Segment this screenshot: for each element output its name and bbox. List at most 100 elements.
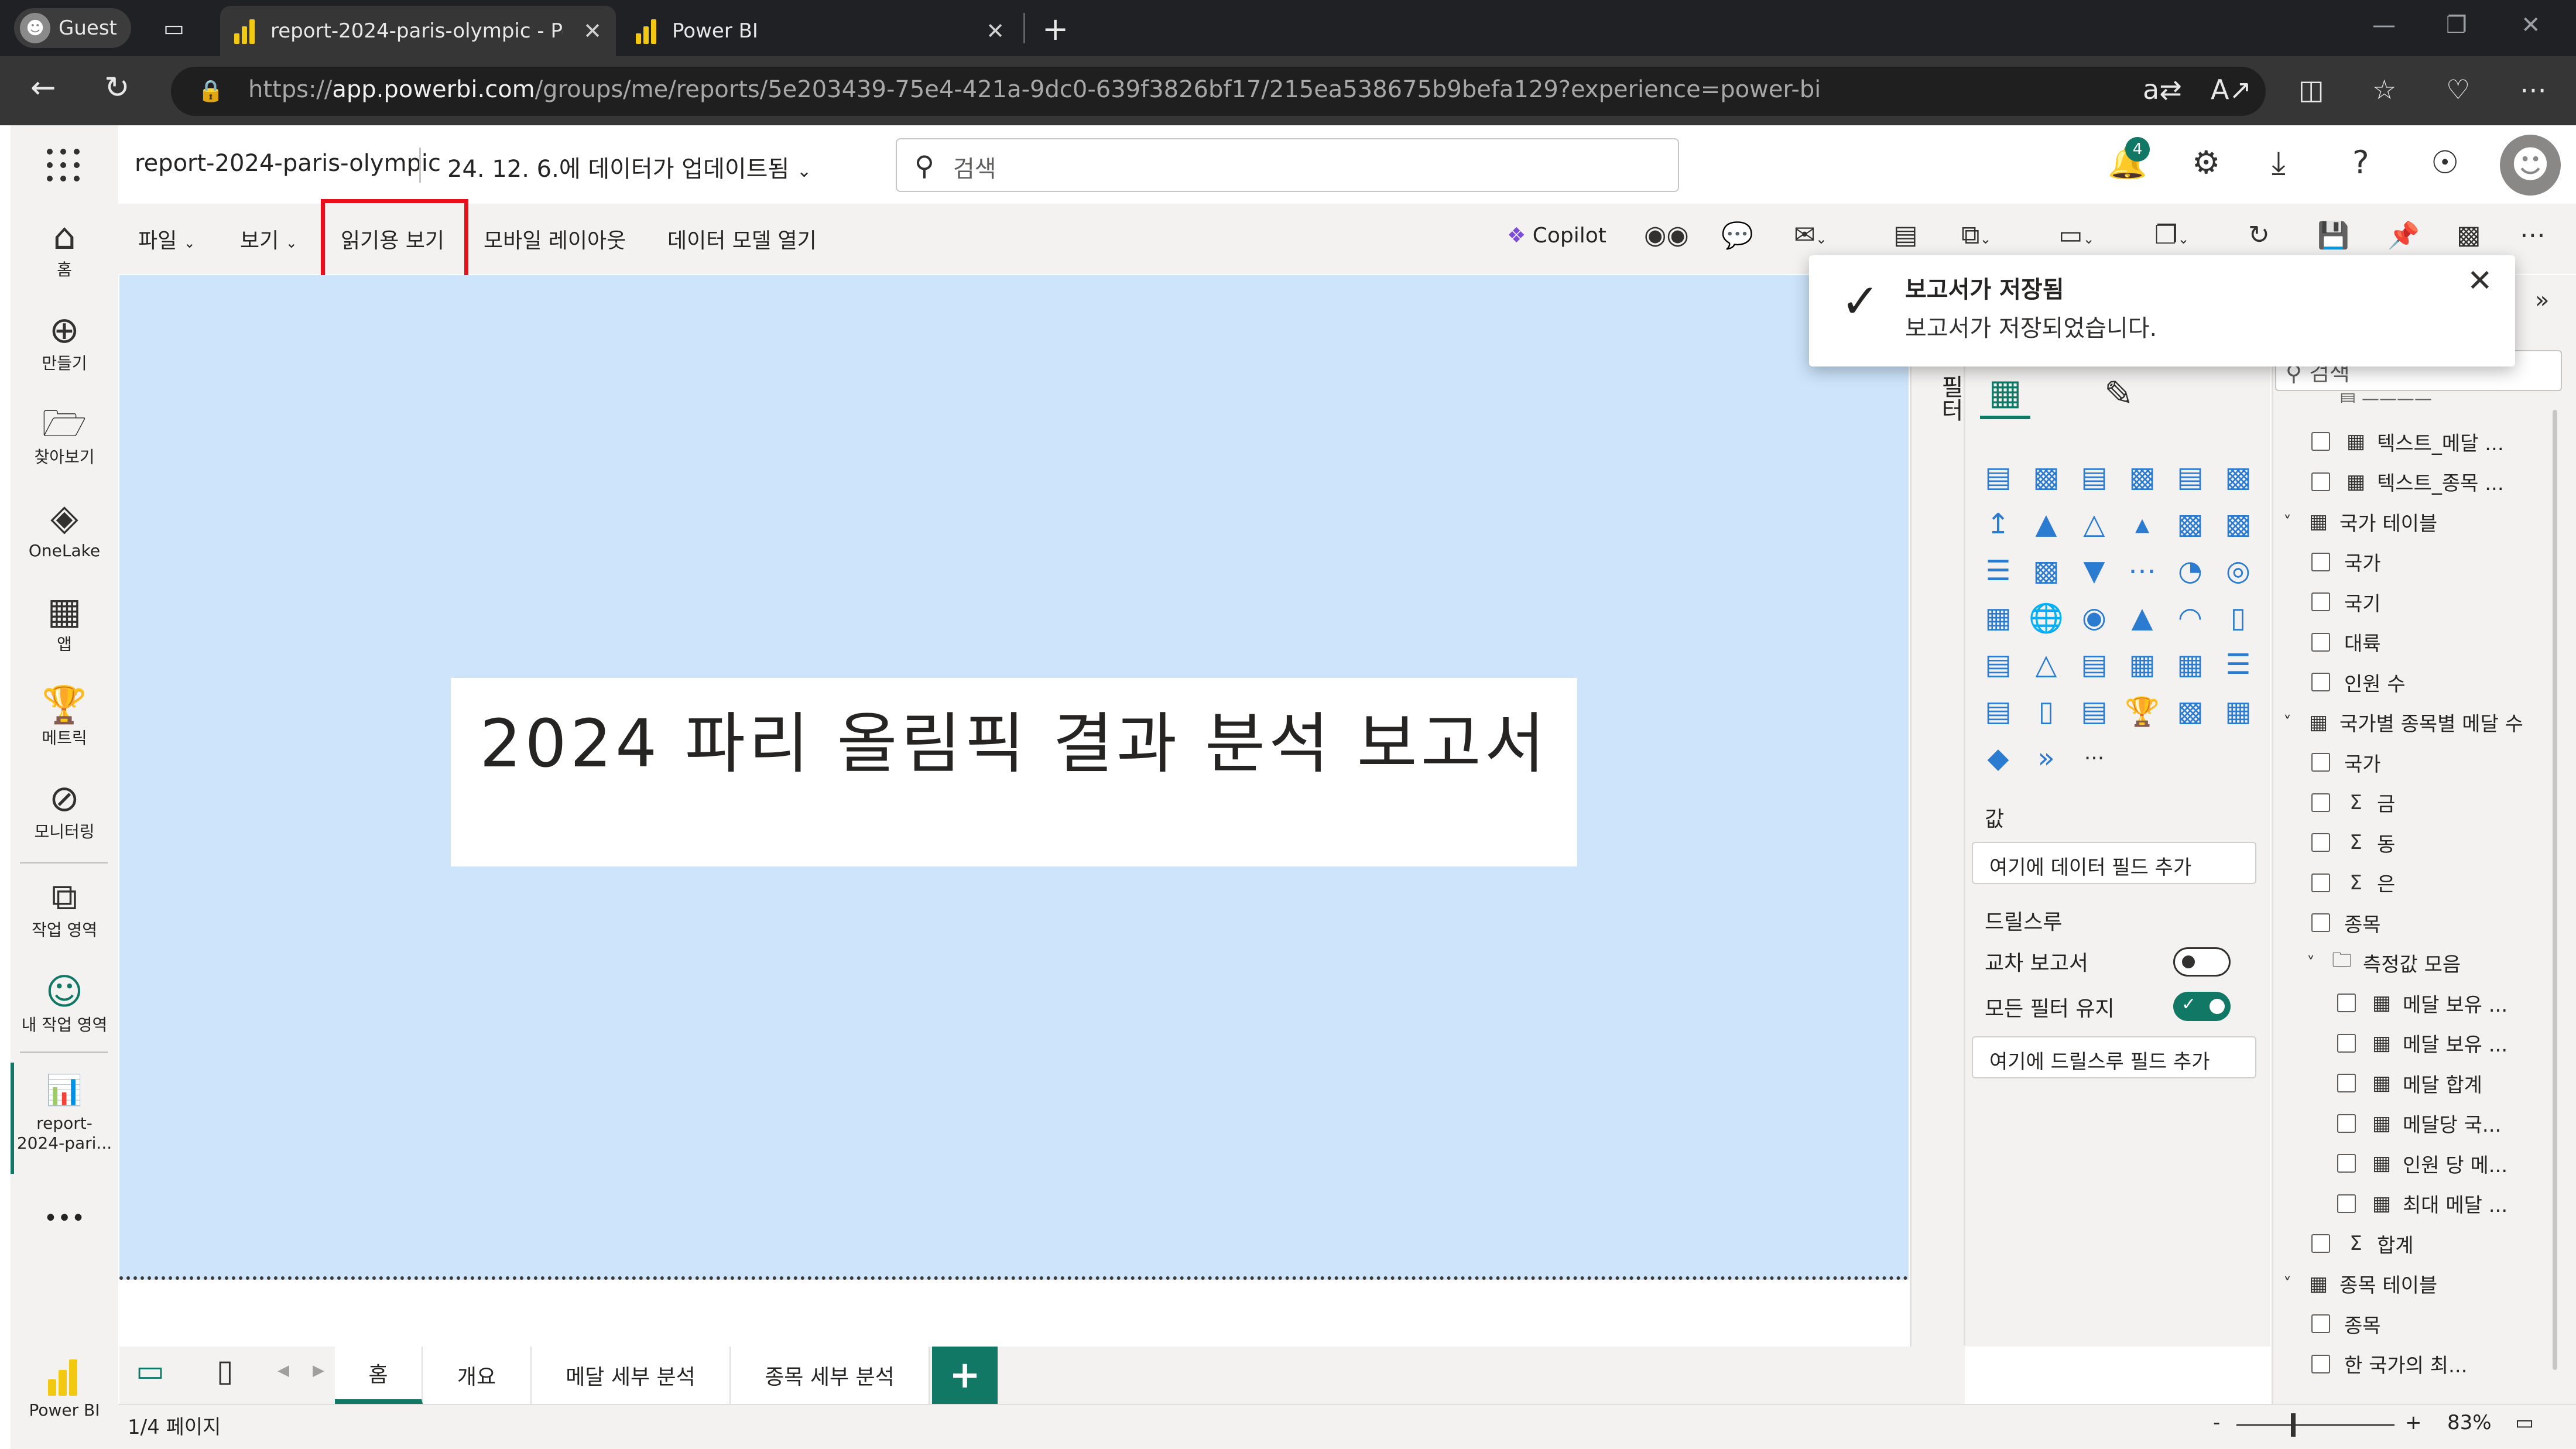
page-tab-medal-analysis[interactable]: 메달 세부 분석 [532, 1347, 731, 1404]
chevron-down-icon[interactable]: ˅ [2283, 512, 2307, 532]
notes-icon[interactable]: ▤ [1893, 220, 1918, 250]
data-folder-row[interactable]: ˅ 🗀 측정값 모음 [2307, 943, 2461, 983]
nav-apps[interactable]: ▦ 앱 [11, 592, 118, 655]
nav-open-report[interactable]: 📊 report- 2024-pari... [11, 1071, 118, 1153]
copilot-button[interactable]: ❖ Copilot [1507, 224, 1606, 248]
waterfall-chart-icon[interactable]: ▩ [2029, 554, 2063, 588]
field-checkbox[interactable] [2311, 753, 2330, 772]
data-field-row[interactable]: Σ동 [2311, 823, 2395, 862]
keep-all-filters-toggle[interactable]: ✓ [2173, 992, 2231, 1021]
key-influencers-icon[interactable]: ▤ [1981, 694, 2015, 728]
url-text[interactable]: https://app.powerbi.com/groups/me/report… [248, 76, 1821, 103]
data-field-row[interactable]: Σ금 [2311, 783, 2395, 823]
subscribe-icon[interactable]: ✉⌄ [1794, 220, 1827, 250]
save-icon[interactable]: 💾 [2317, 220, 2349, 251]
guest-profile-button[interactable]: ☻ Guest [14, 8, 131, 48]
present-icon[interactable]: ▭⌄ [2058, 220, 2095, 250]
report-name[interactable]: report-2024-paris-olympic [135, 150, 441, 177]
field-checkbox[interactable] [2311, 793, 2330, 812]
format-visual-icon[interactable]: ✎ [2094, 369, 2144, 419]
data-field-row[interactable]: 대륙 [2311, 622, 2381, 662]
data-table-row[interactable]: ˅ ▦ 종목 테이블 [2283, 1264, 2437, 1304]
chevron-down-icon[interactable]: ˅ [2283, 712, 2307, 732]
area-chart-icon[interactable]: ▲ [2029, 507, 2063, 541]
line-chart-icon[interactable]: ↥ [1981, 507, 2015, 541]
favorites-icon[interactable]: ☆ [2372, 74, 2396, 105]
nav-metrics[interactable]: 🏆 메트릭 [11, 686, 118, 748]
field-checkbox[interactable] [2311, 432, 2330, 451]
power-automate-flow-icon[interactable]: » [2029, 741, 2063, 775]
field-checkbox[interactable] [2337, 1114, 2356, 1133]
zoom-in-button[interactable]: + [2405, 1411, 2422, 1434]
browser-essentials-icon[interactable]: ♡ [2446, 74, 2470, 105]
translate-icon[interactable]: a⇄ [2143, 74, 2182, 105]
expand-pane-icon[interactable]: » [2535, 287, 2549, 314]
comment-icon[interactable]: 💬 [1721, 220, 1753, 251]
data-field-row[interactable]: ▦ 메달 보유 ... [2337, 983, 2508, 1023]
stacked-bar-chart-icon[interactable]: ▤ [1981, 460, 2015, 494]
scroll-left-icon[interactable]: ◀ [278, 1362, 289, 1379]
field-checkbox[interactable] [2311, 873, 2330, 892]
data-field-row[interactable]: 국가 [2311, 742, 2381, 782]
scroll-right-icon[interactable]: ▶ [313, 1362, 324, 1379]
field-checkbox[interactable] [2337, 1033, 2356, 1053]
teams-icon[interactable]: ▩ [2457, 220, 2481, 250]
duplicate-icon[interactable]: ❐⌄ [2154, 220, 2190, 250]
refresh-icon[interactable]: ↻ [104, 70, 130, 105]
cross-report-toggle[interactable] [2173, 947, 2231, 977]
nav-more[interactable]: ••• [11, 1207, 118, 1230]
100-stacked-bar-chart-icon[interactable]: ▤ [2173, 460, 2207, 494]
ribbon-chart-icon[interactable]: ☰ [1981, 554, 2015, 588]
values-field-well[interactable]: 여기에 데이터 필드 추가 [1972, 842, 2256, 884]
paginated-report-icon[interactable]: ▩ [2173, 694, 2207, 728]
field-checkbox[interactable] [2311, 913, 2330, 932]
share-icon[interactable]: ⧉⌄ [1961, 220, 1992, 250]
chevron-down-icon[interactable]: ˅ [2283, 1274, 2307, 1293]
scatter-chart-icon[interactable]: ⋯ [2125, 554, 2159, 588]
desktop-layout-icon[interactable]: ▭ [136, 1354, 165, 1389]
page-tab-home[interactable]: 홈 [335, 1347, 423, 1404]
treemap-icon[interactable]: ▦ [1981, 601, 2015, 635]
settings-icon[interactable]: ⚙ [2192, 144, 2220, 181]
back-icon[interactable]: ← [30, 70, 56, 105]
data-field-row[interactable]: 한 국가의 최... [2311, 1344, 2467, 1384]
account-avatar[interactable]: ☻ [2500, 135, 2561, 196]
clustered-column-chart-icon[interactable]: ▩ [2125, 460, 2159, 494]
field-checkbox[interactable] [2337, 1194, 2356, 1213]
qna-icon[interactable]: ▯ [2029, 694, 2063, 728]
minimize-icon[interactable]: — [2372, 12, 2396, 39]
data-pane-scrollbar[interactable] [2553, 410, 2557, 1370]
field-checkbox[interactable] [2311, 1314, 2330, 1333]
data-field-row[interactable]: ▦ 최대 메달 ... [2337, 1184, 2508, 1224]
line-and-clustered-column-chart-icon[interactable]: ▩ [2221, 507, 2255, 541]
stacked-column-chart-icon[interactable]: ▩ [2029, 460, 2063, 494]
browser-tab-powerbi[interactable]: Power BI ✕ [622, 6, 1019, 56]
data-field-row[interactable]: ▦ 메달당 국... [2337, 1104, 2501, 1143]
menu-file[interactable]: 파일 ⌄ [138, 224, 196, 254]
pie-chart-icon[interactable]: ◔ [2173, 554, 2207, 588]
data-field-row[interactable]: ▦ 인원 당 메... [2337, 1143, 2508, 1183]
table-icon[interactable]: ▦ [2125, 648, 2159, 681]
zoom-out-button[interactable]: - [2213, 1411, 2220, 1434]
powerbi-home[interactable]: Power BI [11, 1358, 118, 1420]
nav-onelake[interactable]: ◈ OneLake [11, 499, 118, 561]
mobile-layout-icon[interactable]: ▯ [217, 1354, 234, 1389]
metrics-visual-icon[interactable]: 🏆 [2125, 694, 2160, 728]
close-tab-icon[interactable]: ✕ [583, 18, 602, 44]
nav-my-workspace[interactable]: ☺ 내 작업 영역 [11, 973, 118, 1035]
filters-pane-collapsed[interactable]: 필터 [1914, 375, 1967, 422]
chevron-down-icon[interactable]: ˅ [2307, 953, 2330, 972]
field-checkbox[interactable] [2337, 1074, 2356, 1092]
tab-actions-icon[interactable]: ▭ [159, 14, 189, 42]
power-apps-icon[interactable]: ◆ [1981, 741, 2015, 775]
data-field-row[interactable]: ▦ 메달 합계 [2337, 1063, 2482, 1103]
decomposition-tree-icon[interactable]: ☰ [2221, 648, 2255, 681]
zoom-slider[interactable] [2236, 1424, 2395, 1426]
power-automate-icon[interactable]: ▦ [2221, 694, 2255, 728]
data-updated-dropdown[interactable]: 24. 12. 6.에 데이터가 업데이트됨 ⌄ [447, 150, 811, 184]
browser-tab-report[interactable]: report-2024-paris-olympic - Pow ✕ [220, 6, 616, 56]
map-icon[interactable]: 🌐 [2029, 601, 2064, 635]
pin-icon[interactable]: 📌 [2387, 220, 2420, 251]
nav-monitor[interactable]: ⊘ 모니터링 [11, 780, 118, 842]
close-tab-icon[interactable]: ✕ [986, 18, 1005, 44]
